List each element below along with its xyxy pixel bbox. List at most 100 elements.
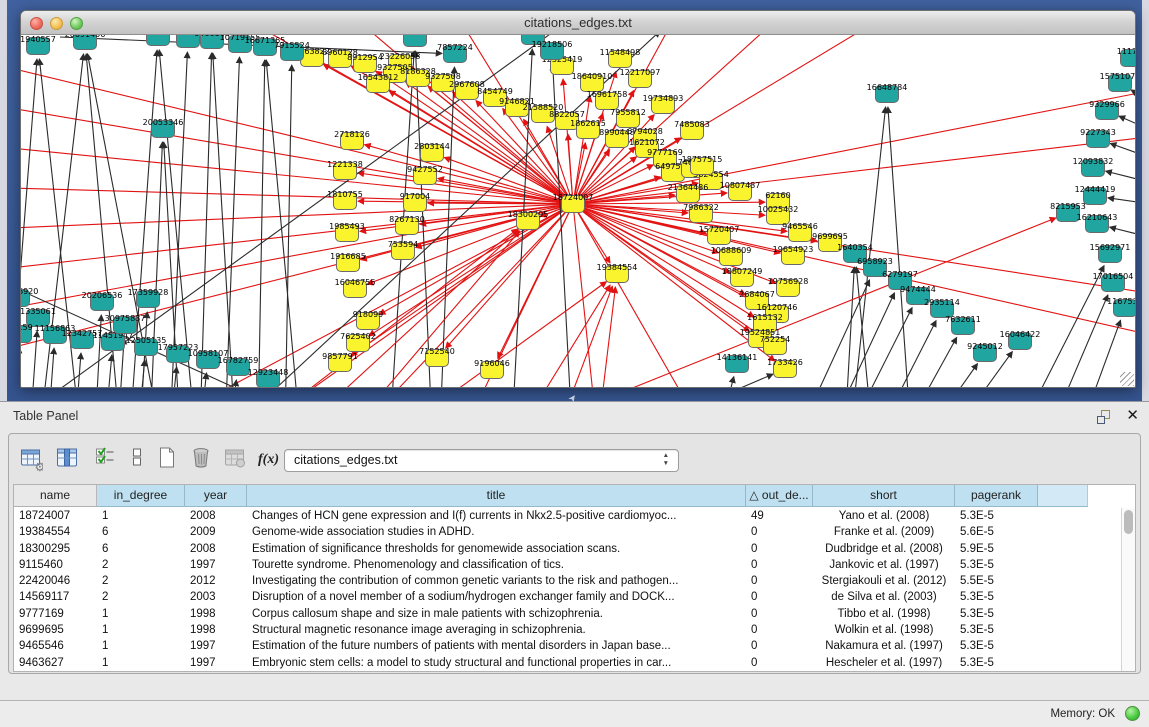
cell-year[interactable]: 2008 [185, 541, 247, 557]
cell-in_degree[interactable]: 6 [97, 541, 185, 557]
network-canvas[interactable]: 7963822896012889129542322605893275051654… [21, 35, 1135, 387]
cell-out_de[interactable]: 0 [746, 638, 813, 654]
network-node[interactable]: 918099 [353, 310, 384, 330]
network-node[interactable]: 917004 [400, 192, 431, 212]
column-header-in_degree[interactable]: in_degree [97, 485, 185, 507]
cell-title[interactable]: Structural magnetic resonance image aver… [247, 622, 746, 638]
cell-out_de[interactable]: 49 [746, 508, 813, 524]
network-node[interactable]: 7152540 [419, 347, 455, 367]
network-node[interactable]: 16648784 [867, 83, 908, 103]
cell-pagerank[interactable]: 5.5E-5 [955, 573, 1038, 589]
cell-name[interactable]: 19384554 [14, 524, 97, 540]
table-row[interactable]: 946362711997Embryonic stem cells: a mode… [14, 655, 1121, 671]
network-window-titlebar[interactable]: citations_edges.txt [21, 11, 1135, 35]
delete-trash-icon[interactable] [189, 446, 217, 474]
network-node[interactable]: 753594 [388, 240, 419, 260]
network-node[interactable]: 18807249 [722, 267, 763, 287]
network-node[interactable]: 19384554 [597, 263, 638, 283]
network-node[interactable]: 20053346 [143, 118, 184, 138]
cell-pagerank[interactable]: 5.3E-5 [955, 622, 1038, 638]
cell-name[interactable]: 9115460 [14, 557, 97, 573]
table-row[interactable]: 1938455462009Genome-wide association stu… [14, 524, 1121, 540]
cell-year[interactable]: 2003 [185, 589, 247, 605]
network-node[interactable]: 16046422 [1000, 330, 1041, 350]
cell-name[interactable]: 14569117 [14, 589, 97, 605]
network-node[interactable]: 111705 [1117, 47, 1135, 67]
cell-out_de[interactable]: 0 [746, 606, 813, 622]
cell-short[interactable]: Franke et al. (2009) [813, 524, 955, 540]
cell-pagerank[interactable]: 5.3E-5 [955, 589, 1038, 605]
cell-pagerank[interactable]: 5.3E-5 [955, 655, 1038, 671]
table-source-dropdown[interactable]: citations_edges.txt ▲▼ [284, 449, 679, 472]
network-node[interactable]: 14136141 [717, 353, 758, 373]
network-node[interactable]: 12093832 [1073, 157, 1114, 177]
cell-in_degree[interactable]: 1 [97, 655, 185, 671]
new-document-icon[interactable] [155, 446, 183, 474]
import-table-disabled-icon[interactable] [223, 446, 251, 474]
cell-in_degree[interactable]: 1 [97, 638, 185, 654]
scrollbar-thumb[interactable] [1124, 510, 1133, 534]
cell-short[interactable]: Hescheler et al. (1997) [813, 655, 955, 671]
cell-pagerank[interactable]: 5.3E-5 [955, 508, 1038, 524]
cell-out_de[interactable]: 0 [746, 589, 813, 605]
cell-year[interactable]: 2009 [185, 524, 247, 540]
vertical-scrollbar[interactable] [1121, 508, 1135, 671]
network-node[interactable]: 15692971 [1090, 243, 1131, 263]
network-node[interactable]: 11548498 [600, 48, 641, 68]
network-node[interactable]: 39159 [21, 323, 33, 343]
network-node[interactable]: 16210643 [1077, 213, 1118, 233]
cell-short[interactable]: de Silva et al. (2003) [813, 589, 955, 605]
column-header-name[interactable]: name [14, 485, 97, 507]
network-node[interactable]: 1221338 [327, 160, 363, 180]
cell-out_de[interactable]: 0 [746, 541, 813, 557]
network-node[interactable]: 1810755 [327, 190, 363, 210]
cell-out_de[interactable]: 0 [746, 573, 813, 589]
network-node[interactable]: 1940557 [21, 35, 56, 55]
network-node[interactable]: 10688609 [711, 246, 752, 266]
cell-short[interactable]: Wolkin et al. (1998) [813, 622, 955, 638]
cell-pagerank[interactable]: 5.3E-5 [955, 557, 1038, 573]
cell-name[interactable]: 18724007 [14, 508, 97, 524]
table-row[interactable]: 2242004622012Investigating the contribut… [14, 573, 1121, 589]
table-row[interactable]: 1872400712008Changes of HCN gene express… [14, 508, 1121, 524]
column-header-short[interactable]: short [813, 485, 955, 507]
cell-short[interactable]: Dudbridge et al. (2008) [813, 541, 955, 557]
network-node[interactable]: 16961758 [587, 90, 628, 110]
cell-in_degree[interactable]: 1 [97, 622, 185, 638]
network-node[interactable]: 1916685 [330, 252, 366, 272]
cell-year[interactable]: 2012 [185, 573, 247, 589]
cell-title[interactable]: Genome-wide association studies in ADHD. [247, 524, 746, 540]
table-row[interactable]: 977716911998Corpus callosum shape and si… [14, 606, 1121, 622]
network-node[interactable]: 2718126 [334, 130, 370, 150]
cell-in_degree[interactable]: 2 [97, 557, 185, 573]
cell-in_degree[interactable]: 2 [97, 589, 185, 605]
network-node[interactable]: 19654923 [773, 245, 814, 265]
network-node[interactable]: 7857224 [437, 43, 473, 63]
cell-name[interactable]: 18300295 [14, 541, 97, 557]
cell-pagerank[interactable]: 5.9E-5 [955, 541, 1038, 557]
table-row[interactable]: 969969511998Structural magnetic resonanc… [14, 622, 1121, 638]
cell-title[interactable]: Estimation of the future numbers of pati… [247, 638, 746, 654]
network-node[interactable]: 12217097 [620, 68, 661, 88]
table-row[interactable]: 1830029562008Estimation of significance … [14, 541, 1121, 557]
network-node[interactable]: 17359928 [128, 288, 169, 308]
cell-in_degree[interactable]: 6 [97, 524, 185, 540]
cell-short[interactable]: Yano et al. (2008) [813, 508, 955, 524]
network-node[interactable]: 9196046 [474, 359, 510, 379]
cell-title[interactable]: Corpus callosum shape and size in male p… [247, 606, 746, 622]
cell-name[interactable]: 9777169 [14, 606, 97, 622]
close-panel-icon[interactable]: ✕ [1126, 407, 1139, 425]
cell-year[interactable]: 2008 [185, 508, 247, 524]
cell-title[interactable]: Embryonic stem cells: a model to study s… [247, 655, 746, 671]
network-node[interactable]: 16033809 [395, 35, 436, 47]
cell-name[interactable]: 9463627 [14, 655, 97, 671]
network-node[interactable]: 7485083 [674, 120, 710, 140]
window-resize-grip[interactable] [1120, 372, 1134, 386]
cell-out_de[interactable]: 0 [746, 524, 813, 540]
table-settings-icon[interactable]: ⚙ [19, 446, 47, 474]
cell-name[interactable]: 9699695 [14, 622, 97, 638]
cell-out_de[interactable]: 0 [746, 557, 813, 573]
network-node[interactable]: 752254 [760, 335, 791, 355]
column-header-year[interactable]: year [185, 485, 247, 507]
network-node[interactable]: 17016504 [1093, 272, 1134, 292]
